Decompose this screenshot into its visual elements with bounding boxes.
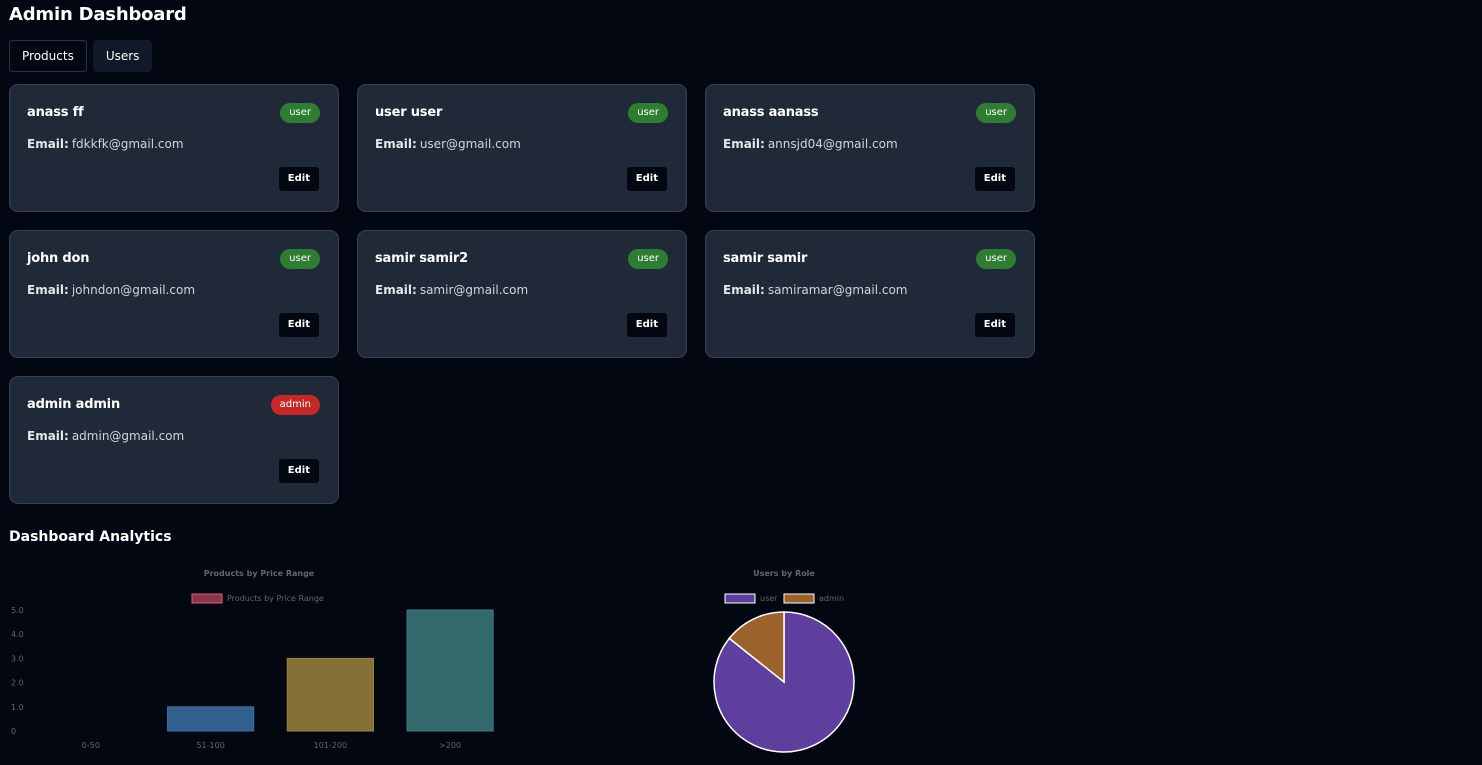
x-tick-label: >200 — [439, 741, 461, 750]
user-email: Email: fdkkfk@gmail.com — [27, 137, 184, 151]
edit-button[interactable]: Edit — [278, 459, 319, 483]
chart-title: Products by Price Range — [204, 569, 315, 578]
user-card: anass aanass user Email: annsjd04@gmail.c… — [705, 84, 1035, 212]
role-badge: user — [280, 249, 320, 269]
y-tick-label: 2.0 — [11, 679, 24, 688]
user-email: Email: user@gmail.com — [375, 137, 521, 151]
user-name: anass ff — [27, 105, 84, 120]
bar — [406, 609, 494, 732]
y-tick-label: 0 — [11, 727, 16, 736]
edit-button[interactable]: Edit — [626, 313, 667, 337]
analytics-title: Dashboard Analytics — [9, 529, 172, 545]
user-name: samir samir — [723, 251, 808, 266]
legend-label: Products by Price Range — [227, 594, 324, 603]
legend-swatch — [191, 593, 223, 604]
email-label: Email: — [27, 283, 69, 297]
role-badge: user — [976, 249, 1016, 269]
user-email: Email: admin@gmail.com — [27, 429, 184, 443]
price-range-bar-chart: Products by Price Range Products by Price… — [11, 569, 494, 750]
email-value: fdkkfk@gmail.com — [71, 137, 184, 151]
y-tick-label: 3.0 — [11, 654, 24, 663]
user-card: admin admin admin Email: admin@gmail.com … — [9, 376, 339, 504]
y-tick-label: 1.0 — [11, 703, 24, 712]
x-tick-label: 51-100 — [196, 741, 224, 750]
email-value: samiramar@gmail.com — [767, 283, 908, 297]
chart-title: Users by Role — [753, 569, 815, 578]
email-label: Email: — [27, 137, 69, 151]
user-email: Email: samir@gmail.com — [375, 283, 528, 297]
role-badge: user — [628, 103, 668, 123]
user-card: samir samir2 user Email: samir@gmail.com … — [357, 230, 687, 358]
bar — [167, 706, 255, 732]
user-name: user user — [375, 105, 443, 120]
role-badge: user — [628, 249, 668, 269]
y-tick-label: 5.0 — [11, 606, 24, 615]
email-label: Email: — [375, 137, 417, 151]
y-tick-label: 4.0 — [11, 630, 24, 639]
email-label: Email: — [375, 283, 417, 297]
email-value: johndon@gmail.com — [71, 283, 196, 297]
page-title: Admin Dashboard — [9, 4, 187, 25]
legend-label: admin — [819, 594, 844, 603]
role-badge: user — [280, 103, 320, 123]
edit-button[interactable]: Edit — [278, 167, 319, 191]
user-card: user user user Email: user@gmail.com Edit — [357, 84, 687, 212]
bar — [286, 657, 374, 732]
tab-products[interactable]: Products — [9, 40, 87, 72]
users-by-role-pie-chart: Users by Role user admin — [713, 569, 855, 753]
tab-bar: Products Users — [9, 40, 153, 72]
edit-button[interactable]: Edit — [278, 313, 319, 337]
user-name: admin admin — [27, 397, 120, 412]
legend-label: user — [760, 594, 778, 603]
edit-button[interactable]: Edit — [974, 313, 1015, 337]
user-email: Email: johndon@gmail.com — [27, 283, 195, 297]
role-badge: admin — [270, 395, 320, 415]
edit-button[interactable]: Edit — [974, 167, 1015, 191]
user-name: john don — [27, 251, 90, 266]
tab-users[interactable]: Users — [92, 40, 153, 72]
user-card: anass ff user Email: fdkkfk@gmail.com Edi… — [9, 84, 339, 212]
role-badge: user — [976, 103, 1016, 123]
user-name: samir samir2 — [375, 251, 469, 266]
user-name: anass aanass — [723, 105, 819, 120]
x-tick-label: 0-50 — [82, 741, 100, 750]
user-card: john don user Email: johndon@gmail.com Ed… — [9, 230, 339, 358]
user-email: Email: annsjd04@gmail.com — [723, 137, 898, 151]
legend-swatch — [783, 593, 815, 604]
x-tick-label: 101-200 — [314, 741, 347, 750]
email-value: admin@gmail.com — [71, 429, 185, 443]
user-card: samir samir user Email: samiramar@gmail.c… — [705, 230, 1035, 358]
email-value: user@gmail.com — [419, 137, 521, 151]
user-email: Email: samiramar@gmail.com — [723, 283, 908, 297]
edit-button[interactable]: Edit — [626, 167, 667, 191]
email-label: Email: — [723, 283, 765, 297]
email-label: Email: — [723, 137, 765, 151]
email-label: Email: — [27, 429, 69, 443]
legend-swatch — [724, 593, 756, 604]
email-value: samir@gmail.com — [419, 283, 529, 297]
email-value: annsjd04@gmail.com — [767, 137, 898, 151]
